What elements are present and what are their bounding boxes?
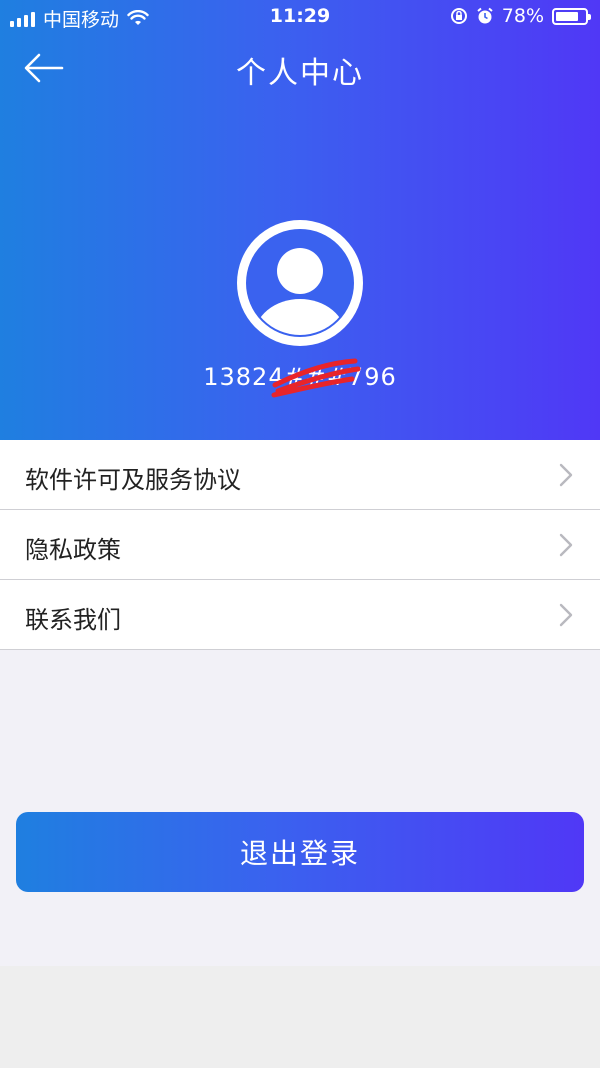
bottom-area — [0, 966, 600, 1068]
settings-menu: 软件许可及服务协议 隐私政策 联系我们 — [0, 440, 600, 650]
logout-button[interactable]: 退出登录 — [16, 812, 584, 892]
alarm-icon — [477, 7, 493, 24]
menu-item-privacy[interactable]: 隐私政策 — [0, 510, 600, 580]
battery-icon — [552, 7, 591, 25]
nav-bar: 个人中心 — [0, 40, 600, 96]
chevron-right-icon — [559, 463, 573, 487]
profile-header: 中国移动 11:29 78% 个人中心 13824###796 — [0, 0, 600, 440]
menu-item-license[interactable]: 软件许可及服务协议 — [0, 440, 600, 510]
status-bar: 中国移动 11:29 78% — [0, 0, 600, 34]
user-avatar-icon — [237, 220, 363, 346]
menu-item-label: 联系我们 — [25, 606, 121, 634]
menu-item-label: 隐私政策 — [25, 536, 121, 564]
redaction-scribble — [271, 358, 361, 398]
battery-percent: 78% — [501, 5, 544, 27]
page-title: 个人中心 — [236, 56, 364, 91]
orientation-lock-icon — [450, 8, 467, 24]
chevron-right-icon — [559, 533, 573, 557]
avatar[interactable] — [236, 219, 364, 347]
chevron-right-icon — [559, 603, 573, 627]
menu-item-contact[interactable]: 联系我们 — [0, 580, 600, 650]
menu-item-label: 软件许可及服务协议 — [25, 466, 241, 494]
